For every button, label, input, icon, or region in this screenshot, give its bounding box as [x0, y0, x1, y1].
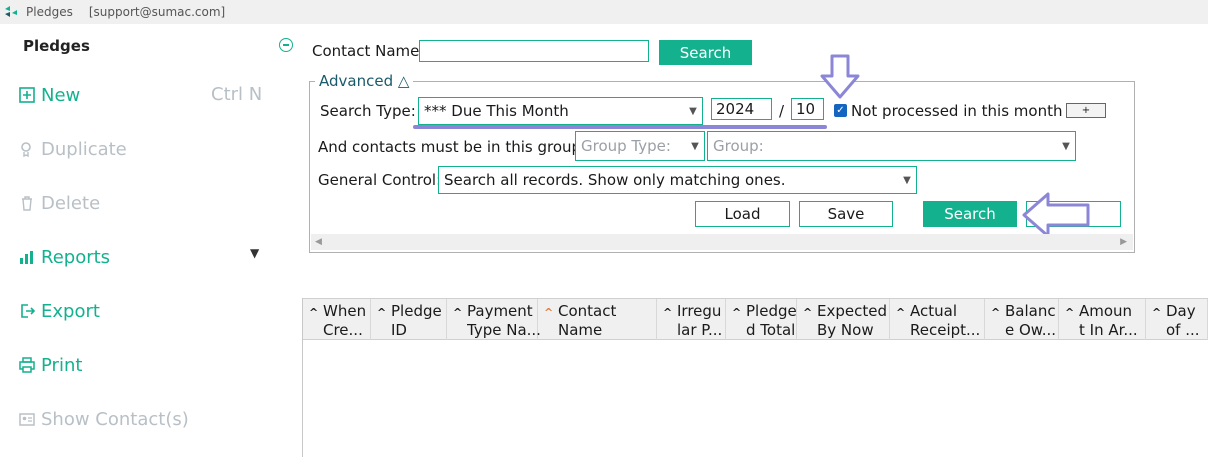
- sidebar-item-label: Delete: [41, 192, 101, 214]
- sidebar: Pledges New Ctrl N Duplicate Delete Repo…: [0, 24, 303, 457]
- window-title: Pledges: [26, 5, 73, 19]
- group-placeholder: Group:: [713, 137, 764, 155]
- not-processed-checkbox[interactable]: ✓: [834, 104, 847, 117]
- sidebar-item-label: Show Contact(s): [41, 408, 189, 430]
- column-header-pledge-id[interactable]: ^ Pledge ID: [371, 299, 447, 340]
- new-shortcut: Ctrl N: [211, 84, 263, 105]
- sort-up-icon: ^: [896, 306, 906, 319]
- sidebar-item-label: Print: [41, 354, 83, 376]
- add-criteria-button[interactable]: +: [1066, 103, 1106, 118]
- app-logo-icon: [5, 6, 17, 17]
- sort-active-icon: ^: [544, 306, 554, 319]
- chevron-down-icon: ▼: [1062, 140, 1070, 152]
- general-control-label: General Control:: [318, 171, 442, 189]
- advanced-search-button[interactable]: Search: [923, 201, 1017, 227]
- load-button[interactable]: Load: [695, 201, 790, 227]
- quick-search-button[interactable]: Search: [659, 40, 752, 65]
- collapse-icon[interactable]: [279, 38, 293, 52]
- annotation-arrow-down-icon: [820, 54, 860, 99]
- column-header-pledged-total[interactable]: ^ Pledge d Total: [726, 299, 797, 340]
- plus-square-icon: [18, 86, 36, 104]
- general-control-value: Search all records. Show only matching o…: [444, 171, 786, 189]
- sidebar-item-new[interactable]: New: [18, 81, 80, 109]
- contact-name-label: Contact Name: [312, 42, 420, 60]
- trash-icon: [18, 194, 36, 212]
- not-processed-label: Not processed in this month: [851, 102, 1063, 120]
- sidebar-item-label: Export: [41, 300, 100, 322]
- group-select[interactable]: Group: ▼: [707, 131, 1076, 161]
- column-header-payment-type[interactable]: ^ Payment Type Na...: [447, 299, 541, 340]
- chevron-down-icon[interactable]: ▼: [250, 246, 259, 260]
- year-input[interactable]: 2024: [711, 98, 772, 120]
- printer-icon: [18, 356, 36, 374]
- chevron-down-icon: ▼: [689, 105, 697, 117]
- sort-up-icon: ^: [377, 306, 387, 319]
- scroll-left-icon[interactable]: ◀: [315, 237, 322, 247]
- sidebar-item-label: New: [41, 84, 81, 106]
- sort-up-icon: ^: [453, 306, 463, 319]
- sidebar-item-reports[interactable]: Reports: [18, 243, 110, 271]
- month-input[interactable]: 10: [791, 98, 824, 120]
- column-header-actual-receipts[interactable]: ^ Actual Receipt...: [890, 299, 985, 340]
- general-control-select[interactable]: Search all records. Show only matching o…: [438, 166, 917, 194]
- scroll-right-icon[interactable]: ▶: [1120, 237, 1127, 247]
- results-grid: ^ When Cre... ^ Pledge ID ^ Payment Type Na…: [303, 298, 1208, 457]
- column-header-amount-in-arrears[interactable]: ^ Amoun t In Ar...: [1059, 299, 1146, 340]
- search-type-label: Search Type:: [320, 102, 416, 120]
- advanced-horizontal-scrollbar[interactable]: ◀ ▶: [311, 234, 1133, 250]
- chevron-down-icon: ▼: [903, 174, 911, 186]
- sort-up-icon: ^: [663, 306, 673, 319]
- title-bar: Pledges [support@sumac.com]: [0, 0, 1208, 24]
- sidebar-item-export[interactable]: Export: [18, 297, 100, 325]
- sort-up-icon: ^: [1152, 306, 1162, 319]
- sort-up-icon: ^: [991, 306, 1001, 319]
- sidebar-item-label: Reports: [41, 246, 111, 268]
- sidebar-item-print[interactable]: Print: [18, 351, 82, 379]
- column-header-day-of[interactable]: ^ Day of ...: [1146, 299, 1208, 340]
- annotation-arrow-left-icon: [1022, 192, 1090, 238]
- group-label: And contacts must be in this group:: [318, 138, 587, 156]
- date-separator: /: [779, 102, 785, 120]
- advanced-toggle[interactable]: Advanced △: [315, 72, 414, 90]
- column-header-irregular[interactable]: ^ Irregu lar P...: [657, 299, 726, 340]
- search-type-value: *** Due This Month: [424, 102, 569, 120]
- column-header-contact-name[interactable]: ^ Contact Name: [538, 299, 657, 340]
- column-header-expected-by-now[interactable]: ^ Expected By Now: [797, 299, 890, 340]
- sort-up-icon: ^: [1065, 306, 1075, 319]
- annotation-underline: [413, 125, 827, 129]
- sidebar-item-delete[interactable]: Delete: [18, 189, 100, 217]
- chevron-down-icon: ▼: [691, 140, 699, 152]
- sidebar-item-duplicate[interactable]: Duplicate: [18, 135, 127, 163]
- search-type-select[interactable]: *** Due This Month ▼: [418, 97, 703, 125]
- grid-header: ^ When Cre... ^ Pledge ID ^ Payment Type Na…: [303, 298, 1208, 340]
- sidebar-item-show-contacts[interactable]: Show Contact(s): [18, 405, 189, 433]
- sort-up-icon: ^: [309, 306, 319, 319]
- save-button[interactable]: Save: [799, 201, 893, 227]
- sidebar-title: Pledges: [23, 37, 90, 55]
- sort-up-icon: ^: [732, 306, 742, 319]
- group-type-select[interactable]: Group Type: ▼: [575, 131, 705, 161]
- sort-up-icon: ^: [803, 306, 813, 319]
- column-header-when-created[interactable]: ^ When Cre...: [303, 299, 371, 340]
- window-user: [support@sumac.com]: [88, 5, 226, 19]
- contact-name-input[interactable]: [419, 40, 649, 62]
- bar-chart-icon: [18, 248, 36, 266]
- export-icon: [18, 302, 36, 320]
- column-header-balance-owing[interactable]: ^ Balanc e Ow...: [985, 299, 1059, 340]
- contact-card-icon: [18, 410, 36, 428]
- sidebar-item-label: Duplicate: [41, 138, 127, 160]
- group-type-placeholder: Group Type:: [581, 137, 671, 155]
- duplicate-icon: [18, 140, 36, 158]
